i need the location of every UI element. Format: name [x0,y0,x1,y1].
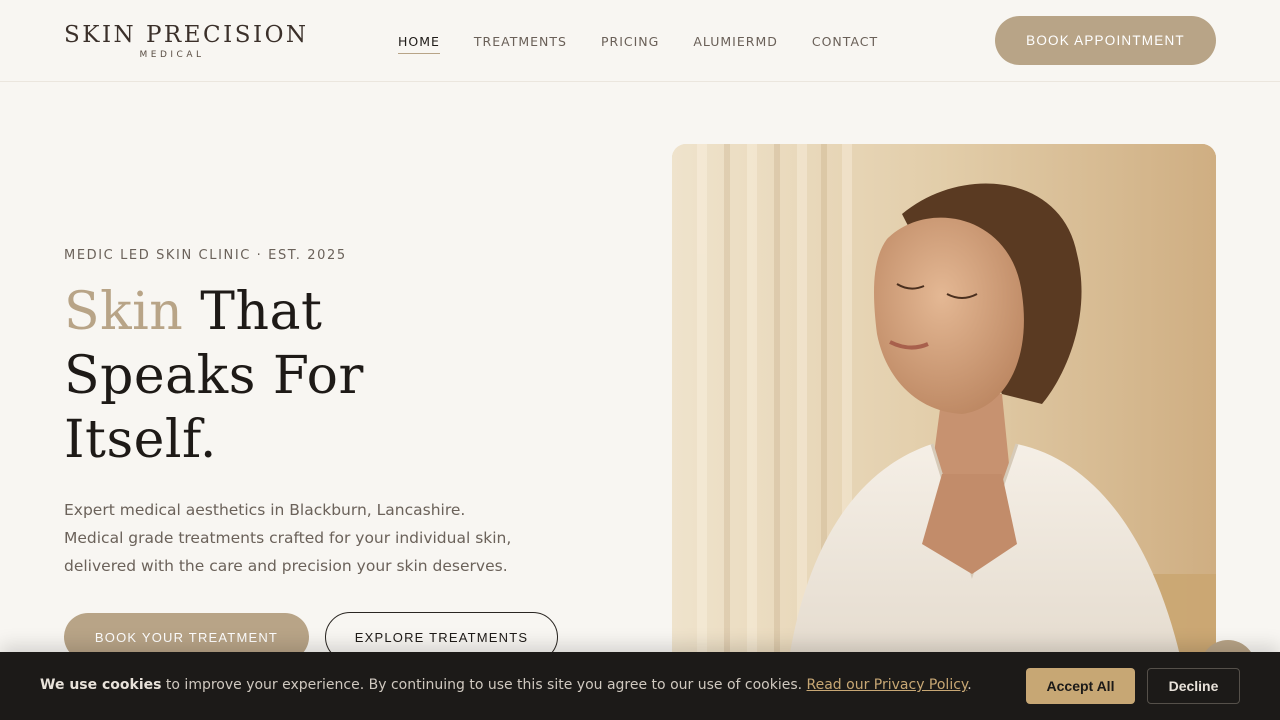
hero-photo-illustration [672,144,1216,720]
nav-contact[interactable]: CONTACT [812,34,878,54]
cookie-message: We use cookies to improve your experienc… [40,677,972,693]
cookie-body-text: to improve your experience. By continuin… [161,677,807,693]
site-header: SKIN PRECISION MEDICAL HOME TREATMENTS P… [0,0,1280,82]
hero-eyebrow: MEDIC LED SKIN CLINIC · EST. 2025 [64,248,347,263]
cookie-period: . [967,677,972,693]
privacy-policy-link[interactable]: Read our Privacy Policy [807,677,968,693]
hero-image [672,144,1216,720]
accept-cookies-button[interactable]: Accept All [1026,668,1135,704]
decline-cookies-button[interactable]: Decline [1147,668,1240,704]
hero-description: Expert medical aesthetics in Blackburn, … [64,501,512,575]
logo-main-text: SKIN PRECISION [64,22,309,48]
main-nav: HOME TREATMENTS PRICING ALUMIERMD CONTAC… [398,34,912,54]
book-appointment-button[interactable]: BOOK APPOINTMENT [995,16,1216,65]
nav-home[interactable]: HOME [398,34,440,54]
nav-pricing[interactable]: PRICING [601,34,659,54]
nav-treatments[interactable]: TREATMENTS [474,34,567,54]
headline-accent: Skin [64,282,184,342]
nav-alumiermd[interactable]: ALUMIERMD [693,34,778,54]
logo-sub-text: MEDICAL [139,50,205,60]
logo[interactable]: SKIN PRECISION MEDICAL [64,22,309,60]
cookie-bold-text: We use cookies [40,677,162,693]
hero-headline: Skin That Speaks For Itself. [64,280,484,472]
